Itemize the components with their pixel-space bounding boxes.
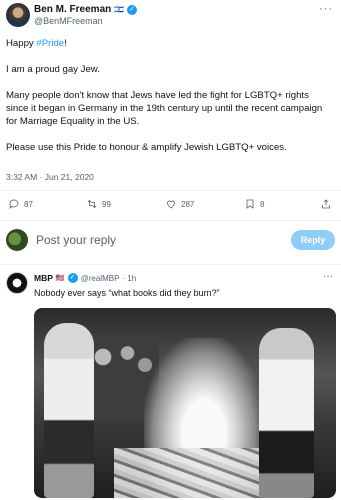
flag-icon: 🇮🇱	[114, 5, 125, 14]
author-name[interactable]: Ben M. Freeman	[34, 4, 111, 15]
reply-button[interactable]: Reply	[291, 230, 335, 250]
author-handle[interactable]: @BenMFreeman	[34, 16, 103, 26]
tweet-text: Happy #Pride! I am a proud gay Jew. Many…	[6, 37, 332, 167]
tweet-paragraph-2: I am a proud gay Jew.	[6, 64, 100, 75]
comment-icon	[9, 199, 19, 209]
reply-time[interactable]: · 1h	[122, 274, 136, 283]
author-name-row[interactable]: Ben M. Freeman 🇮🇱 ✓	[34, 4, 138, 15]
bookmark-action[interactable]: 8	[244, 198, 264, 210]
photo-person-right	[259, 328, 314, 498]
like-count: 287	[181, 199, 195, 209]
share-action[interactable]	[320, 198, 332, 210]
action-bar: 87 99 287 8	[8, 198, 333, 212]
like-action[interactable]: 287	[165, 198, 194, 210]
reply-author-avatar[interactable]	[6, 272, 28, 294]
current-user-avatar[interactable]	[6, 229, 28, 251]
tweet-timestamp[interactable]: 3:32 AM · Jun 21, 2020	[6, 172, 94, 182]
reply-count: 87	[24, 199, 33, 209]
more-horizontal-icon[interactable]: ···	[323, 271, 333, 282]
divider	[0, 220, 341, 221]
verified-badge-icon: ✓	[67, 273, 78, 283]
author-avatar[interactable]	[6, 3, 30, 27]
divider	[0, 264, 341, 265]
bookmark-count: 8	[260, 199, 265, 209]
heart-icon	[167, 200, 175, 209]
tweet-header: Ben M. Freeman 🇮🇱 ✓ @BenMFreeman ···	[6, 3, 335, 31]
share-icon	[322, 199, 330, 209]
bookmark-icon	[246, 199, 254, 209]
reply-author-row: MBP 🇺🇸 ✓ @realMBP · 1h	[34, 273, 136, 283]
tweet-paragraph-1: Happy #Pride!	[6, 38, 67, 49]
reply-input[interactable]: Post your reply	[36, 233, 116, 247]
reply-text: Nobody ever says “what books did they bu…	[34, 288, 220, 298]
reply-photo[interactable]	[34, 308, 336, 498]
tweet-paragraph-3: Many people don't know that Jews have le…	[6, 90, 323, 127]
reply-author-handle[interactable]: @realMBP	[81, 274, 120, 283]
retweet-count: 99	[102, 199, 111, 209]
verified-badge-icon: ✓	[127, 4, 138, 15]
reply-author-name[interactable]: MBP	[34, 273, 53, 283]
reply-action[interactable]: 87	[8, 198, 33, 210]
more-horizontal-icon[interactable]: ···	[319, 3, 333, 15]
tweet-paragraph-4: Please use this Pride to honour & amplif…	[6, 142, 287, 153]
flag-icon: 🇺🇸	[55, 275, 65, 282]
hashtag-link[interactable]: #Pride	[36, 38, 64, 49]
divider	[0, 190, 341, 191]
photo-person-left	[44, 323, 94, 498]
retweet-action[interactable]: 99	[86, 198, 111, 210]
retweet-icon	[87, 199, 97, 209]
reply-composer: Post your reply Reply	[6, 228, 335, 254]
